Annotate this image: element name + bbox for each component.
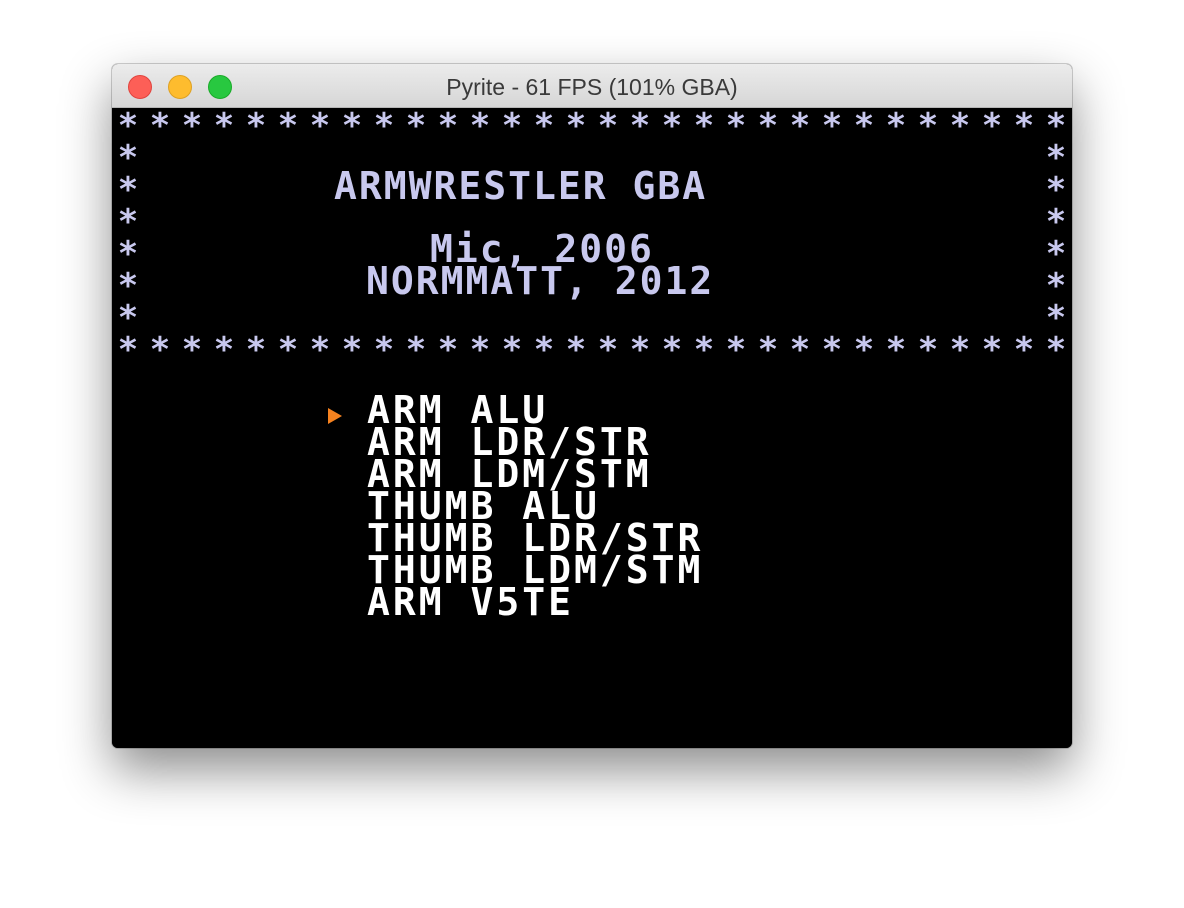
border-asterisk: *: [917, 330, 939, 370]
menu-item[interactable]: ARM V5TE: [367, 583, 574, 621]
border-asterisk: *: [405, 330, 427, 370]
border-asterisk: *: [245, 106, 267, 146]
border-asterisk: *: [725, 106, 747, 146]
border-asterisk: *: [949, 106, 971, 146]
border-asterisk: *: [693, 330, 715, 370]
border-asterisk: *: [789, 330, 811, 370]
border-asterisk: *: [213, 106, 235, 146]
emulator-window: Pyrite - 61 FPS (101% GBA) * * * * * * * * * * * * *…: [112, 64, 1072, 748]
border-asterisk: *: [917, 106, 939, 146]
border-asterisk: *: [853, 106, 875, 146]
border-asterisk: *: [277, 106, 299, 146]
border-asterisk: *: [341, 106, 363, 146]
border-asterisk: *: [1013, 330, 1035, 370]
border-asterisk: *: [821, 106, 843, 146]
border-asterisk: *: [1045, 298, 1067, 338]
game-screen[interactable]: * * * * * * * * * * * * * * * * * * * * * * * * * * * * * * * * * * * * * * * *…: [112, 108, 1072, 748]
border-asterisk: *: [789, 106, 811, 146]
border-asterisk: *: [1013, 106, 1035, 146]
border-asterisk: *: [725, 330, 747, 370]
border-asterisk: *: [245, 330, 267, 370]
border-asterisk: *: [117, 298, 139, 338]
border-asterisk: *: [661, 106, 683, 146]
border-asterisk: *: [437, 106, 459, 146]
border-asterisk: *: [949, 330, 971, 370]
border-asterisk: *: [501, 330, 523, 370]
border-asterisk: *: [1045, 330, 1067, 370]
border-asterisk: *: [757, 106, 779, 146]
border-asterisk: *: [309, 330, 331, 370]
title-bar[interactable]: Pyrite - 61 FPS (101% GBA): [112, 64, 1072, 108]
border-asterisk: *: [821, 330, 843, 370]
border-asterisk: *: [405, 106, 427, 146]
border-asterisk: *: [885, 106, 907, 146]
border-asterisk: *: [565, 330, 587, 370]
border-asterisk: *: [213, 330, 235, 370]
border-asterisk: *: [309, 106, 331, 146]
border-asterisk: *: [853, 330, 875, 370]
border-asterisk: *: [341, 330, 363, 370]
border-asterisk: *: [981, 106, 1003, 146]
border-asterisk: *: [629, 106, 651, 146]
border-asterisk: *: [597, 106, 619, 146]
credit-normmatt: NORMMATT, 2012: [366, 259, 715, 303]
border-asterisk: *: [661, 330, 683, 370]
border-asterisk: *: [181, 106, 203, 146]
border-asterisk: *: [373, 330, 395, 370]
border-asterisk: *: [533, 330, 555, 370]
border-asterisk: *: [149, 330, 171, 370]
border-asterisk: *: [629, 330, 651, 370]
border-asterisk: *: [981, 330, 1003, 370]
window-title: Pyrite - 61 FPS (101% GBA): [446, 74, 738, 100]
border-asterisk: *: [693, 106, 715, 146]
border-asterisk: *: [565, 106, 587, 146]
border-asterisk: *: [277, 330, 299, 370]
border-asterisk: *: [597, 330, 619, 370]
border-asterisk: *: [469, 106, 491, 146]
border-asterisk: *: [757, 330, 779, 370]
border-asterisk: *: [117, 330, 139, 370]
border-asterisk: *: [885, 330, 907, 370]
border-asterisk: *: [149, 106, 171, 146]
border-asterisk: *: [501, 106, 523, 146]
border-asterisk: *: [373, 106, 395, 146]
border-asterisk: *: [181, 330, 203, 370]
border-asterisk: *: [533, 106, 555, 146]
border-asterisk: *: [437, 330, 459, 370]
game-title: ARMWRESTLER GBA: [334, 164, 708, 208]
border-asterisk: *: [469, 330, 491, 370]
menu-cursor-icon: [328, 408, 342, 424]
